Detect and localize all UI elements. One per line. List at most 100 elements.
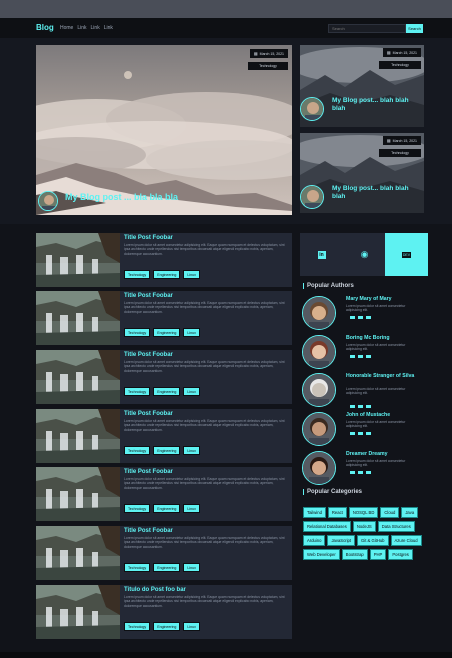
category-chip[interactable]: Data Structures [377,521,415,532]
category-chip[interactable]: Web Developer [303,549,340,560]
author-card[interactable]: Honorable Stranger of Silva Lorem ipsum d… [302,373,426,408]
post-tag[interactable]: Linux [183,387,200,396]
post-title[interactable]: Title Post Foobar [124,411,173,417]
author-avatar[interactable] [302,412,336,446]
linkedin-icon[interactable] [350,405,355,408]
post-thumbnail[interactable] [36,291,120,345]
post-thumbnail[interactable] [36,585,120,639]
author-card[interactable]: Boring Mc Boring Lorem ipsum dolor sit am… [302,335,426,369]
post-tag[interactable]: Technology [124,622,151,631]
post-tag[interactable]: Engineering [153,328,181,337]
post-tag[interactable]: Engineering [153,504,181,513]
post-tag[interactable]: Technology [124,328,151,337]
category-chip[interactable]: Cloud [380,507,400,518]
post-card[interactable]: Title Post Foobar Lorem ipsum dolor sit a… [36,467,292,521]
author-name[interactable]: Boring Mc Boring [346,335,424,341]
category-chip[interactable]: React [327,507,347,518]
dev-icon[interactable] [366,355,371,358]
hero-side-2-tag[interactable]: Technology [379,149,421,157]
post-tag[interactable]: Linux [183,270,200,279]
category-chip[interactable]: Arduino [303,535,326,546]
post-tag[interactable]: Technology [124,270,151,279]
author-name[interactable]: Honorable Stranger of Silva [346,373,424,379]
dev-button[interactable]: DEV [385,233,428,276]
category-chip[interactable]: Git & GitHub [357,535,389,546]
category-chip[interactable]: Java [401,507,419,518]
post-tag[interactable]: Linux [183,622,200,631]
post-title[interactable]: Title Post Foobar [124,235,173,241]
brand-logo[interactable]: Blog [36,23,54,32]
hero-side-1-tag[interactable]: Technology [379,61,421,69]
author-avatar[interactable] [302,335,336,369]
post-title[interactable]: Titulo do Post foo bar [124,587,186,593]
post-tag[interactable]: Linux [183,328,200,337]
post-card[interactable]: Title Post Foobar Lorem ipsum dolor sit a… [36,291,292,345]
nav-link-3[interactable]: Link [104,25,113,31]
post-title[interactable]: Title Post Foobar [124,352,173,358]
category-chip[interactable]: Azure Cloud [390,535,422,546]
search-input[interactable] [328,24,406,33]
github-icon[interactable] [358,471,363,474]
github-icon[interactable] [358,355,363,358]
post-thumbnail[interactable] [36,409,120,463]
post-card[interactable]: Title Post Foobar Lorem ipsum dolor sit a… [36,409,292,463]
hero-main-title[interactable]: My Blog post ... bla bla bla [65,192,178,202]
hero-side-card-2[interactable]: ▦ March 15, 2021 Technology My Blog post… [300,133,424,213]
search-button[interactable]: Search [406,24,423,33]
post-tag[interactable]: Linux [183,446,200,455]
post-card[interactable]: Titulo do Post foo bar Lorem ipsum dolor … [36,585,292,639]
github-button[interactable]: ◉ [343,233,386,276]
linkedin-icon[interactable] [350,316,355,319]
author-avatar[interactable] [302,451,336,485]
author-name[interactable]: Mary Mary of Mary [346,296,424,302]
post-tag[interactable]: Technology [124,446,151,455]
linkedin-icon[interactable] [350,471,355,474]
post-title[interactable]: Title Post Foobar [124,293,173,299]
github-icon[interactable] [358,405,363,408]
post-card[interactable]: Title Post Foobar Lorem ipsum dolor sit a… [36,350,292,404]
post-card[interactable]: Title Post Foobar Lorem ipsum dolor sit a… [36,233,292,287]
post-tag[interactable]: Technology [124,563,151,572]
post-thumbnail[interactable] [36,350,120,404]
post-tag[interactable]: Engineering [153,446,181,455]
hero-main-card[interactable]: ▦ March 15, 2021 Technology My Blog post… [36,45,292,215]
hero-side-2-title[interactable]: My Blog post... blah blah blah [332,185,420,201]
dev-icon[interactable] [366,432,371,435]
author-avatar[interactable] [302,296,336,330]
nav-link-2[interactable]: Link [91,25,100,31]
category-chip[interactable]: NOSQL BD [348,507,379,518]
github-icon[interactable] [358,432,363,435]
author-avatar[interactable] [302,373,336,407]
hero-main-author-avatar[interactable] [38,191,58,211]
category-chip[interactable]: JavaScript [327,535,355,546]
author-name[interactable]: John of Mustache [346,412,424,418]
author-card[interactable]: John of Mustache Lorem ipsum dolor sit am… [302,412,426,446]
dev-icon[interactable] [366,316,371,319]
post-thumbnail[interactable] [36,233,120,287]
author-card[interactable]: Mary Mary of Mary Lorem ipsum dolor sit a… [302,296,426,330]
post-tag[interactable]: Engineering [153,387,181,396]
post-thumbnail[interactable] [36,467,120,521]
nav-link-1[interactable]: Link [77,25,86,31]
hero-side-2-author-avatar[interactable] [300,185,324,209]
post-thumbnail[interactable] [36,526,120,580]
linkedin-icon[interactable] [350,432,355,435]
category-chip[interactable]: Bootstrap [341,549,368,560]
post-tag[interactable]: Technology [124,504,151,513]
hero-side-1-author-avatar[interactable] [300,97,324,121]
post-title[interactable]: Title Post Foobar [124,469,173,475]
hero-main-tag[interactable]: Technology [248,62,288,70]
post-tag[interactable]: Linux [183,504,200,513]
post-card[interactable]: Title Post Foobar Lorem ipsum dolor sit a… [36,526,292,580]
category-chip[interactable]: Tailwind [303,507,326,518]
post-tag[interactable]: Linux [183,563,200,572]
linkedin-icon[interactable] [350,355,355,358]
nav-link-home[interactable]: Home [60,25,73,31]
post-tag[interactable]: Engineering [153,622,181,631]
category-chip[interactable]: NodeJS [352,521,376,532]
post-title[interactable]: Title Post Foobar [124,528,173,534]
post-tag[interactable]: Technology [124,387,151,396]
post-tag[interactable]: Engineering [153,563,181,572]
author-card[interactable]: Dreamer Dreamy Lorem ipsum dolor sit amet… [302,451,426,485]
hero-side-1-title[interactable]: My Blog post... blah blah blah [332,97,420,113]
